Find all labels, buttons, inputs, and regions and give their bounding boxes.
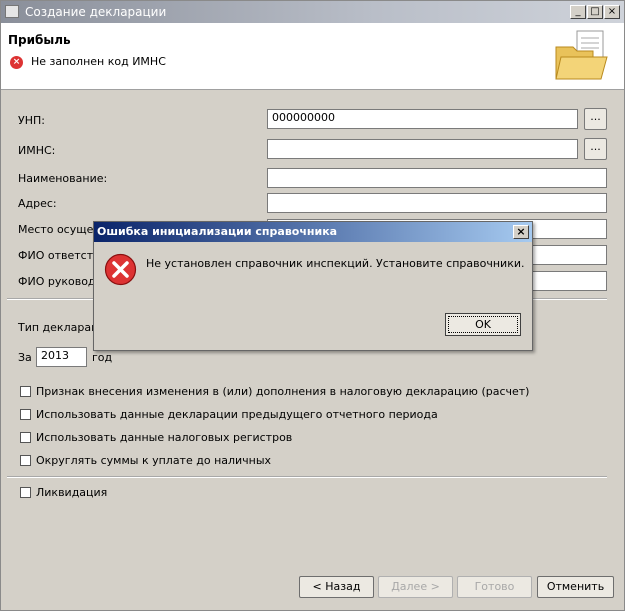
ok-button[interactable]: OK <box>445 313 521 336</box>
minimize-button[interactable]: _ <box>570 5 586 19</box>
folder-document-icon <box>555 30 608 80</box>
cancel-button[interactable]: Отменить <box>537 576 614 598</box>
previous-period-checkbox-label: Использовать данные декларации предыдуще… <box>36 408 438 421</box>
name-label: Наименование: <box>18 172 108 185</box>
liquidation-checkbox-label: Ликвидация <box>36 486 108 499</box>
previous-period-checkbox[interactable] <box>20 409 31 420</box>
app-icon <box>5 5 19 18</box>
validation-error-text: Не заполнен код ИМНС <box>31 55 166 68</box>
fio-head-label: ФИО руководи <box>18 275 103 288</box>
next-button[interactable]: Далее > <box>378 576 453 598</box>
round-sums-checkbox[interactable] <box>20 455 31 466</box>
dialog-title: Ошибка инициализации справочника <box>97 225 338 238</box>
amendment-checkbox-label: Признак внесения изменения в (или) допол… <box>36 385 530 398</box>
amendment-checkbox[interactable] <box>20 386 31 397</box>
wizard-header: Прибыль × Не заполнен код ИМНС <box>1 23 624 90</box>
year-prefix-label: За <box>18 351 32 364</box>
tax-registers-checkbox-label: Использовать данные налоговых регистров <box>36 431 293 444</box>
back-button[interactable]: < Назад <box>299 576 374 598</box>
unp-label: УНП: <box>18 114 45 127</box>
dialog-titlebar[interactable]: Ошибка инициализации справочника × <box>94 222 532 242</box>
page-title: Прибыль <box>8 33 71 47</box>
imns-label: ИМНС: <box>18 144 56 157</box>
year-input[interactable]: 2013 <box>36 347 87 367</box>
unp-browse-button[interactable]: ... <box>584 108 607 130</box>
maximize-button[interactable]: □ <box>587 5 603 19</box>
unp-input[interactable]: 000000000 <box>267 109 578 129</box>
error-small-icon: × <box>10 56 23 69</box>
address-label: Адрес: <box>18 197 57 210</box>
round-sums-checkbox-label: Округлять суммы к уплате до наличных <box>36 454 272 467</box>
window-title: Создание декларации <box>25 5 167 19</box>
finish-button[interactable]: Готово <box>457 576 532 598</box>
name-input[interactable] <box>267 168 607 188</box>
close-button[interactable]: × <box>604 5 620 19</box>
dialog-message: Не установлен справочник инспекций. Уста… <box>146 257 525 270</box>
imns-browse-button[interactable]: ... <box>584 138 607 160</box>
year-suffix-label: год <box>92 351 113 364</box>
error-dialog: Ошибка инициализации справочника × Не ус… <box>93 221 533 351</box>
window-titlebar[interactable]: Создание декларации _ □ × <box>1 1 624 23</box>
dialog-close-button[interactable]: × <box>513 225 529 239</box>
liquidation-checkbox[interactable] <box>20 487 31 498</box>
imns-input[interactable] <box>267 139 578 159</box>
tax-registers-checkbox[interactable] <box>20 432 31 443</box>
address-input[interactable] <box>267 193 607 213</box>
error-icon <box>104 253 137 286</box>
separator <box>7 476 607 478</box>
